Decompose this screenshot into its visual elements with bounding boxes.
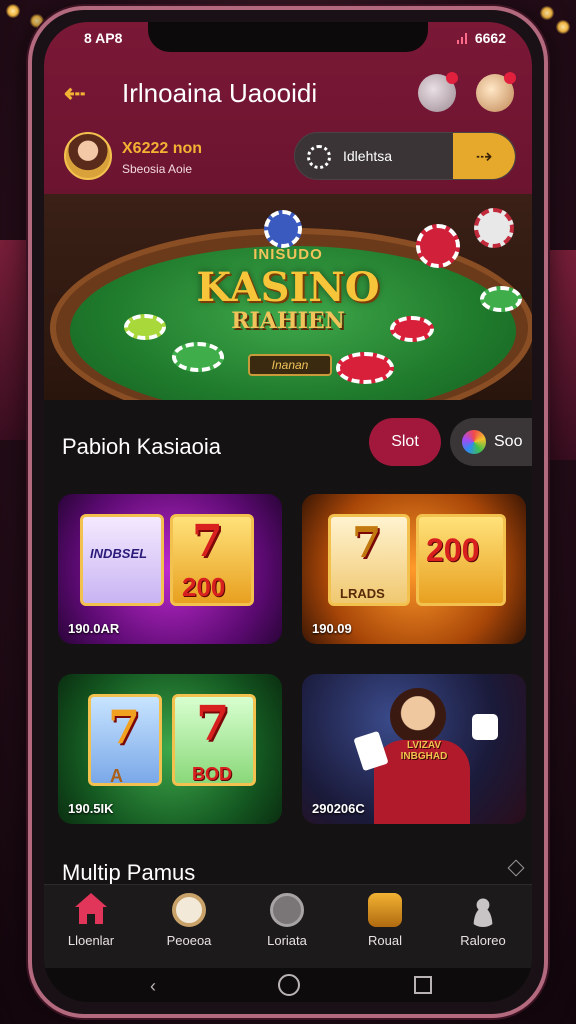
balance-amount: X6222 non (122, 140, 203, 157)
hero-title: KASINO (196, 264, 380, 311)
bg-light (556, 20, 570, 34)
reel-label: INDBSEL (90, 546, 148, 561)
nav-home[interactable]: Lloenlar (46, 893, 136, 948)
hero-plaque: Inanan (248, 354, 332, 376)
reel-label: LRADS (340, 586, 385, 601)
tab-slot[interactable]: Slot (369, 418, 441, 466)
game-card-caption: 290206C (312, 801, 365, 816)
notification-dot (504, 72, 516, 84)
profile-menu-icon[interactable] (476, 72, 516, 112)
hero-line-1: INISUDO (253, 246, 323, 263)
bg-light (6, 4, 20, 18)
nav-label: Peoeoa (166, 933, 212, 948)
trophy-icon (368, 893, 402, 927)
gem-icon (462, 430, 486, 454)
nav-label: Loriata (267, 933, 307, 948)
game-card-caption: 190.5IK (68, 801, 114, 816)
seven-symbol: 7 (192, 516, 223, 567)
chip-icon (264, 210, 302, 248)
camera-notch (148, 22, 428, 52)
diamond-icon[interactable] (507, 859, 525, 877)
status-time: 8 AP8 (84, 30, 123, 46)
reel-number: 200 (182, 572, 226, 602)
dealer-banner: LVIZAV INBGHAD (400, 740, 448, 762)
system-nav-bar: ‹ (44, 968, 532, 1002)
user-subtitle: Sbeosia Aoie (122, 162, 193, 176)
deposit-button[interactable]: ⇢ (453, 133, 515, 179)
bg-light (540, 6, 554, 20)
dealer-figure (390, 688, 446, 744)
bottom-nav: Lloenlar Peoeoa Loriata Roual Raloreo (44, 884, 532, 968)
nav-rewards[interactable]: Roual (340, 893, 430, 948)
dice-icon (472, 714, 498, 740)
system-recents-icon[interactable] (414, 976, 432, 994)
subsection-title: Multip Pamus (62, 860, 196, 885)
reel-label: A (110, 766, 123, 786)
tab-soo-label: Soo (494, 433, 523, 450)
seven-symbol: 7 (352, 518, 382, 567)
seven-symbol: 7 (196, 696, 230, 752)
arrow-left-icon[interactable]: ⇠ (64, 78, 94, 108)
notification-dot (446, 72, 458, 84)
app-header: 8 AP8 6662 ⇠ Irlnoaina Uaooidi X6222 non… (44, 22, 532, 194)
nav-label: Raloreo (460, 933, 506, 948)
wallet-label: Idlehtsa (343, 148, 393, 164)
status-right: 6662 (456, 30, 506, 46)
seven-symbol: 7 (108, 700, 141, 754)
hero-line-3: RIAHIEN (231, 308, 345, 334)
notification-icon[interactable] (418, 72, 458, 112)
phone-frame: 8 AP8 6662 ⇠ Irlnoaina Uaooidi X6222 non… (28, 6, 548, 1018)
game-card[interactable]: INDBSEL 7 200 190.0AR (58, 494, 282, 644)
nav-games[interactable]: Loriata (242, 893, 332, 948)
game-card-caption: 190.0AR (68, 621, 120, 636)
signal-icon (456, 32, 469, 44)
status-battery-text: 6662 (474, 30, 506, 46)
tab-soo[interactable]: Soo (450, 418, 532, 466)
nav-label: Roual (368, 933, 402, 948)
reel-number: 200 (426, 532, 480, 568)
hero-banner[interactable]: INISUDO KASINO RIAHIEN Inanan (44, 194, 532, 400)
game-card[interactable]: 7 A 7 BOD 190.5IK (58, 674, 282, 824)
system-back-icon[interactable]: ‹ (150, 976, 156, 997)
nav-profile[interactable]: Raloreo (438, 893, 528, 948)
system-home-icon[interactable] (278, 974, 300, 996)
page-title: Irlnoaina Uaooidi (122, 78, 318, 108)
avatar[interactable] (64, 132, 112, 180)
section-title: Pabioh Kasiaoia (62, 434, 222, 459)
chip-icon (336, 352, 394, 384)
wallet-icon (307, 145, 331, 169)
gamepad-icon (270, 893, 304, 927)
game-card[interactable]: LVIZAV INBGHAD 290206C (302, 674, 526, 824)
reel-number: BOD (192, 764, 232, 784)
nav-label: Lloenlar (67, 933, 115, 948)
phone-screen: 8 AP8 6662 ⇠ Irlnoaina Uaooidi X6222 non… (44, 22, 532, 1002)
chip-icon (172, 342, 224, 372)
nav-promos[interactable]: Peoeoa (144, 893, 234, 948)
game-card-caption: 190.09 (312, 621, 352, 636)
home-icon (74, 893, 108, 927)
user-icon (466, 893, 500, 927)
game-card[interactable]: 7 LRADS 200 190.09 (302, 494, 526, 644)
chip-icon (172, 893, 206, 927)
wallet-pill[interactable]: Idlehtsa ⇢ (294, 132, 516, 180)
chip-icon (474, 208, 514, 248)
